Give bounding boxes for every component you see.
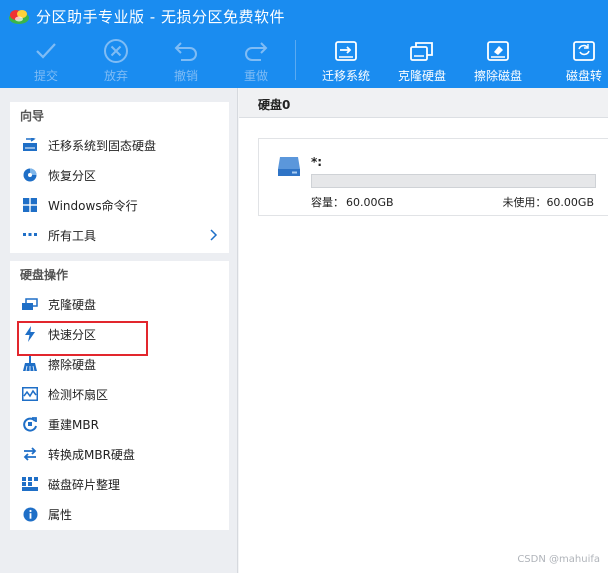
- sidebar-item-check-bad-sectors[interactable]: 检测坏扇区: [10, 379, 229, 409]
- sidebar-item-label: 克隆硬盘: [48, 297, 97, 312]
- sidebar-item-label: 重建MBR: [48, 417, 99, 432]
- clone-disk-label: 克隆硬盘: [397, 69, 446, 83]
- sidebar-item-label: 转换成MBR硬盘: [48, 447, 135, 462]
- discard-label: 放弃: [103, 69, 128, 83]
- commit-label: 提交: [33, 69, 58, 83]
- sidebar-item-convert-mbr[interactable]: 转换成MBR硬盘: [10, 439, 229, 469]
- app-logo-icon: [8, 7, 30, 25]
- guide-panel: 向导 迁移系统到固态硬盘 恢复分区 Windows命令行 所有工具: [10, 102, 229, 253]
- guide-title: 向导: [20, 109, 45, 123]
- scan-icon: [22, 386, 38, 402]
- disk-ops-panel: 硬盘操作 克隆硬盘 快速分区 擦除硬盘 检测坏扇区 重建MBR 转换成MBR硬盘…: [10, 261, 229, 530]
- main-content: 硬盘0 *: 容量： 60.00GB 未使用：60.00GB: [239, 88, 608, 573]
- defrag-icon: [22, 476, 38, 492]
- dots-icon: [22, 227, 38, 243]
- sidebar-item-label: 属性: [48, 507, 73, 522]
- wipe-disk-button[interactable]: 擦除磁盘: [460, 32, 536, 88]
- sidebar-item-label: Windows命令行: [48, 198, 138, 213]
- clone-drive-icon: [408, 38, 436, 64]
- disk-title: 硬盘0: [258, 98, 291, 112]
- title-bar: 分区助手专业版 - 无损分区免费软件: [0, 0, 608, 32]
- capacity-label: 容量：: [311, 196, 344, 209]
- undo-icon: [172, 38, 200, 64]
- redo-button[interactable]: 重做: [221, 32, 291, 88]
- sidebar-item-label: 检测坏扇区: [48, 387, 109, 402]
- unused-value: 60.00GB: [546, 196, 594, 209]
- wipe-disk-label: 擦除磁盘: [473, 69, 522, 83]
- watermark: CSDN @mahuifa: [517, 554, 600, 565]
- capacity-text: 容量： 60.00GB: [311, 194, 394, 210]
- rebuild-icon: [22, 416, 38, 432]
- convert-icon: [22, 446, 38, 462]
- capacity-value: 60.00GB: [346, 196, 394, 209]
- sidebar-item-restore-partition[interactable]: 恢复分区: [10, 160, 229, 190]
- pie-restore-icon: [22, 167, 38, 183]
- sidebar-item-label: 磁盘碎片整理: [48, 477, 121, 492]
- partition-name: *:: [311, 155, 323, 169]
- redo-icon: [242, 38, 270, 64]
- disk-convert-label: 磁盘转: [565, 69, 602, 83]
- undo-label: 撤销: [173, 69, 198, 83]
- sidebar-item-label: 迁移系统到固态硬盘: [48, 138, 157, 153]
- info-icon: [22, 506, 38, 522]
- sidebar-item-label: 所有工具: [48, 228, 97, 243]
- window-title: 分区助手专业版 - 无损分区免费软件: [36, 7, 285, 26]
- windows-icon: [22, 197, 38, 213]
- toolbar: 提交 放弃 撤销 重做 迁移系统 克隆硬盘 擦除磁盘 磁盘转: [0, 32, 608, 88]
- sidebar-item-windows-cmd[interactable]: Windows命令行: [10, 190, 229, 220]
- migrate-drive-icon: [332, 38, 360, 64]
- ssd-migrate-icon: [22, 137, 38, 153]
- highlight-annotation: [17, 321, 148, 356]
- disk-convert-button[interactable]: 磁盘转: [546, 32, 608, 88]
- chevron-right-icon: [207, 228, 219, 242]
- sidebar-item-label: 恢复分区: [48, 168, 97, 183]
- disk-header: 硬盘0: [239, 88, 608, 118]
- disk-ops-title: 硬盘操作: [20, 268, 69, 282]
- migrate-os-label: 迁移系统: [321, 69, 370, 83]
- commit-button[interactable]: 提交: [11, 32, 81, 88]
- clone-disk-button[interactable]: 克隆硬盘: [384, 32, 460, 88]
- sidebar-item-properties[interactable]: 属性: [10, 499, 229, 529]
- usage-bar: [311, 174, 596, 188]
- refresh-drive-icon: [570, 38, 598, 64]
- sidebar-item-defrag[interactable]: 磁盘碎片整理: [10, 469, 229, 499]
- toolbar-separator: [295, 40, 296, 80]
- redo-label: 重做: [243, 69, 268, 83]
- undo-button[interactable]: 撤销: [151, 32, 221, 88]
- sidebar-item-label: 擦除硬盘: [48, 357, 97, 372]
- unused-text: 未使用：60.00GB: [502, 194, 594, 210]
- check-icon: [32, 38, 60, 64]
- sidebar-item-clone-disk[interactable]: 克隆硬盘: [10, 289, 229, 319]
- cancel-circle-icon: [102, 38, 130, 64]
- sidebar-item-migrate-ssd[interactable]: 迁移系统到固态硬盘: [10, 130, 229, 160]
- sidebar-item-all-tools[interactable]: 所有工具: [10, 220, 229, 250]
- discard-button[interactable]: 放弃: [81, 32, 151, 88]
- partition-card[interactable]: *: 容量： 60.00GB 未使用：60.00GB: [258, 138, 608, 216]
- unused-label: 未使用：: [502, 196, 547, 209]
- sidebar-item-rebuild-mbr[interactable]: 重建MBR: [10, 409, 229, 439]
- wipe-drive-icon: [484, 38, 512, 64]
- drive-icon: [277, 155, 301, 177]
- broom-icon: [22, 356, 38, 372]
- migrate-os-button[interactable]: 迁移系统: [308, 32, 384, 88]
- clone-icon: [22, 296, 38, 312]
